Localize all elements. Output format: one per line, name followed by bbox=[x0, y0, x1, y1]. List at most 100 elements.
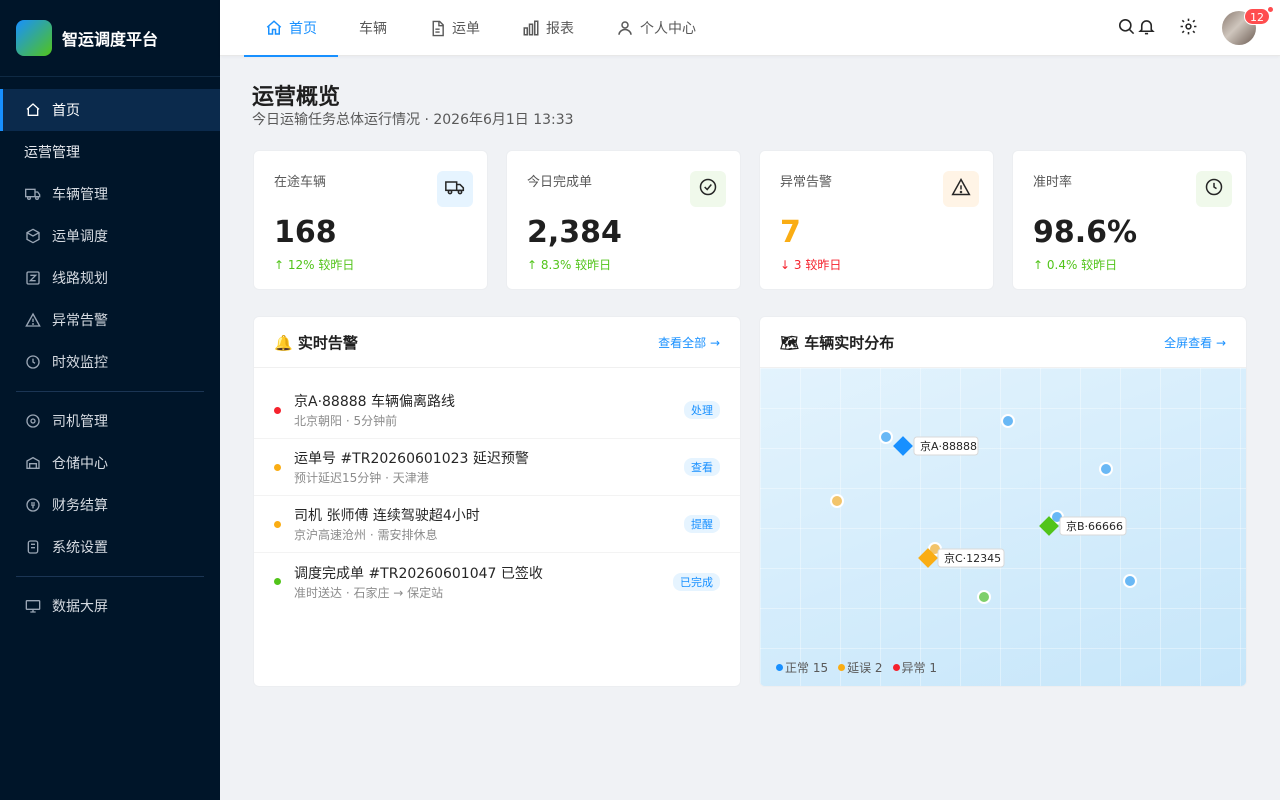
panel-header: 🗺 车辆实时分布 全屏查看 → bbox=[760, 317, 1246, 368]
stat-card-vehicles-in-transit[interactable]: 在途车辆 168 ↑ 12% 较昨日 bbox=[253, 150, 488, 290]
sidebar-item-label: 司机管理 bbox=[52, 414, 108, 430]
legend-dot bbox=[776, 664, 783, 671]
truck-icon bbox=[24, 185, 42, 203]
clock-icon bbox=[24, 353, 42, 371]
alert-title: 司机 张师傅 连续驾驶超4小时 bbox=[294, 508, 480, 524]
sidebar-item-home[interactable]: 首页 bbox=[0, 89, 220, 131]
vehicle-label: 京A·88888 bbox=[920, 439, 977, 453]
list-item[interactable]: 运单号 #TR20260601023 延迟预警 预计延迟15分钟 · 天津港 查… bbox=[254, 439, 740, 496]
stat-card-exception-alerts[interactable]: 异常告警 7 ↓ 3 较昨日 bbox=[759, 150, 994, 290]
vehicle-diamond bbox=[893, 436, 913, 456]
alert-action-tag[interactable]: 已完成 bbox=[673, 572, 720, 591]
realtime-alerts-panel: 🔔 实时告警 查看全部 → 京A·88888 车辆偏离路线 北京朝阳 · 5分钟… bbox=[253, 316, 741, 687]
sidebar-item-label: 首页 bbox=[52, 103, 80, 119]
side-nav: 首页 运营管理 车辆管理 运单调度 线路规划 异常告警 时效监控 司机管理 仓储… bbox=[0, 77, 220, 627]
sidebar-item-drivers[interactable]: 司机管理 bbox=[0, 400, 220, 442]
vehicle-marker-a[interactable]: 京A·88888 bbox=[893, 436, 979, 456]
legend-item: 异常 1 bbox=[892, 659, 937, 676]
vehicle-dot[interactable] bbox=[830, 494, 844, 508]
sidebar-item-label: 时效监控 bbox=[52, 355, 108, 371]
sidebar-item-label: 数据大屏 bbox=[52, 599, 108, 615]
check-circle-icon bbox=[698, 177, 718, 201]
legend-label: 延误 2 bbox=[847, 661, 883, 675]
stat-label: 准时率 bbox=[1033, 175, 1073, 190]
driver-icon bbox=[24, 412, 42, 430]
sidebar-item-warehouse[interactable]: 仓储中心 bbox=[0, 442, 220, 484]
vehicle-dot[interactable] bbox=[1123, 574, 1137, 588]
alert-action-tag[interactable]: 提醒 bbox=[684, 515, 720, 533]
search-button[interactable] bbox=[1115, 17, 1137, 39]
warning-icon bbox=[24, 311, 42, 329]
tab-profile[interactable]: 个人中心 bbox=[595, 0, 717, 56]
stat-card-completed-today[interactable]: 今日完成单 2,384 ↑ 8.3% 较昨日 bbox=[506, 150, 741, 290]
tab-label: 首页 bbox=[289, 21, 317, 37]
stat-icon-box bbox=[690, 171, 726, 207]
list-item[interactable]: 京A·88888 车辆偏离路线 北京朝阳 · 5分钟前 处理 bbox=[254, 382, 740, 439]
search-icon bbox=[1117, 17, 1136, 40]
sidebar-item-timeliness[interactable]: 时效监控 bbox=[0, 341, 220, 383]
tab-label: 报表 bbox=[546, 21, 574, 37]
truck-icon bbox=[445, 177, 465, 201]
fullscreen-link[interactable]: 全屏查看 → bbox=[1164, 334, 1226, 351]
sidebar-item-finance[interactable]: 财务结算 bbox=[0, 484, 220, 526]
alert-text: 司机 张师傅 连续驾驶超4小时 京沪高速沧州 · 需安排休息 bbox=[294, 505, 676, 543]
brand-logo bbox=[16, 20, 52, 56]
warning-icon bbox=[951, 177, 971, 201]
stat-trend: ↑ 0.4% 较昨日 bbox=[1033, 258, 1118, 272]
settings-button[interactable] bbox=[1177, 17, 1199, 39]
sidebar-item-alerts[interactable]: 异常告警 bbox=[0, 299, 220, 341]
list-item[interactable]: 司机 张师傅 连续驾驶超4小时 京沪高速沧州 · 需安排休息 提醒 bbox=[254, 496, 740, 553]
vehicle-map[interactable]: 京A·88888 京B·66666 京C·12345 正常 15 延误 2 异常… bbox=[760, 368, 1246, 686]
vehicle-dot[interactable] bbox=[1099, 462, 1113, 476]
sidebar-item-label: 系统设置 bbox=[52, 540, 108, 556]
severity-dot bbox=[274, 578, 281, 585]
alert-action-tag[interactable]: 处理 bbox=[684, 401, 720, 419]
severity-dot bbox=[274, 406, 281, 414]
stat-value: 7 bbox=[780, 215, 801, 250]
stat-trend: ↑ 8.3% 较昨日 bbox=[527, 258, 612, 272]
stat-card-on-time-rate[interactable]: 准时率 98.6% ↑ 0.4% 较昨日 bbox=[1012, 150, 1247, 290]
list-item[interactable]: 调度完成单 #TR20260601047 已签收 准时送达 · 石家庄 → 保定… bbox=[254, 553, 740, 610]
brand[interactable]: 智运调度平台 bbox=[0, 0, 220, 77]
vehicle-map-panel: 🗺 车辆实时分布 全屏查看 → 京A·88888 京B·66666 京C·123… bbox=[759, 316, 1247, 687]
sidebar: 智运调度平台 首页 运营管理 车辆管理 运单调度 线路规划 异常告警 时效监控 … bbox=[0, 0, 220, 800]
sidebar-item-label: 财务结算 bbox=[52, 498, 108, 514]
box-icon bbox=[24, 227, 42, 245]
clock-icon bbox=[1204, 177, 1224, 201]
sidebar-item-settings[interactable]: 系统设置 bbox=[0, 526, 220, 568]
tab-waybills[interactable]: 运单 bbox=[408, 0, 501, 56]
stat-trend: ↓ 3 较昨日 bbox=[780, 258, 842, 272]
alert-text: 京A·88888 车辆偏离路线 北京朝阳 · 5分钟前 bbox=[294, 391, 676, 429]
tab-home[interactable]: 首页 bbox=[244, 0, 338, 57]
sidebar-divider bbox=[16, 576, 204, 577]
severity-dot bbox=[274, 463, 281, 471]
sidebar-item-bigscreen[interactable]: 数据大屏 bbox=[0, 585, 220, 627]
stat-label: 今日完成单 bbox=[527, 175, 593, 190]
vehicle-dot[interactable] bbox=[879, 430, 893, 444]
user-avatar[interactable]: 12 bbox=[1222, 8, 1270, 45]
sidebar-item-dispatch[interactable]: 运单调度 bbox=[0, 215, 220, 257]
sidebar-section-label: 运营管理 bbox=[24, 145, 80, 161]
vehicle-dot[interactable] bbox=[977, 590, 991, 604]
monitor-icon bbox=[24, 597, 42, 615]
notification-dot bbox=[1268, 7, 1273, 12]
sidebar-item-vehicles[interactable]: 车辆管理 bbox=[0, 173, 220, 215]
alert-meta: 准时送达 · 石家庄 → 保定站 bbox=[294, 585, 444, 600]
sidebar-item-label: 异常告警 bbox=[52, 313, 108, 329]
view-all-link[interactable]: 查看全部 → bbox=[658, 334, 720, 351]
panel-header: 🔔 实时告警 查看全部 → bbox=[254, 317, 740, 368]
tab-reports[interactable]: 报表 bbox=[501, 0, 595, 56]
tab-vehicles[interactable]: 车辆 bbox=[338, 0, 408, 56]
stat-trend: ↑ 12% 较昨日 bbox=[274, 258, 355, 272]
alert-title: 运单号 #TR20260601023 延迟预警 bbox=[294, 451, 529, 467]
alert-action-tag[interactable]: 查看 bbox=[684, 458, 720, 476]
panel-title: 🔔 实时告警 bbox=[274, 333, 358, 352]
bell-icon bbox=[1137, 17, 1156, 40]
legend-item: 正常 15 bbox=[776, 659, 828, 676]
legend-dot bbox=[838, 664, 846, 671]
vehicle-dot[interactable] bbox=[1001, 414, 1015, 428]
alert-title: 调度完成单 #TR20260601047 已签收 bbox=[294, 565, 543, 582]
stat-icon-box bbox=[943, 171, 979, 207]
sidebar-item-routes[interactable]: 线路规划 bbox=[0, 257, 220, 299]
notifications-button[interactable] bbox=[1135, 17, 1157, 39]
